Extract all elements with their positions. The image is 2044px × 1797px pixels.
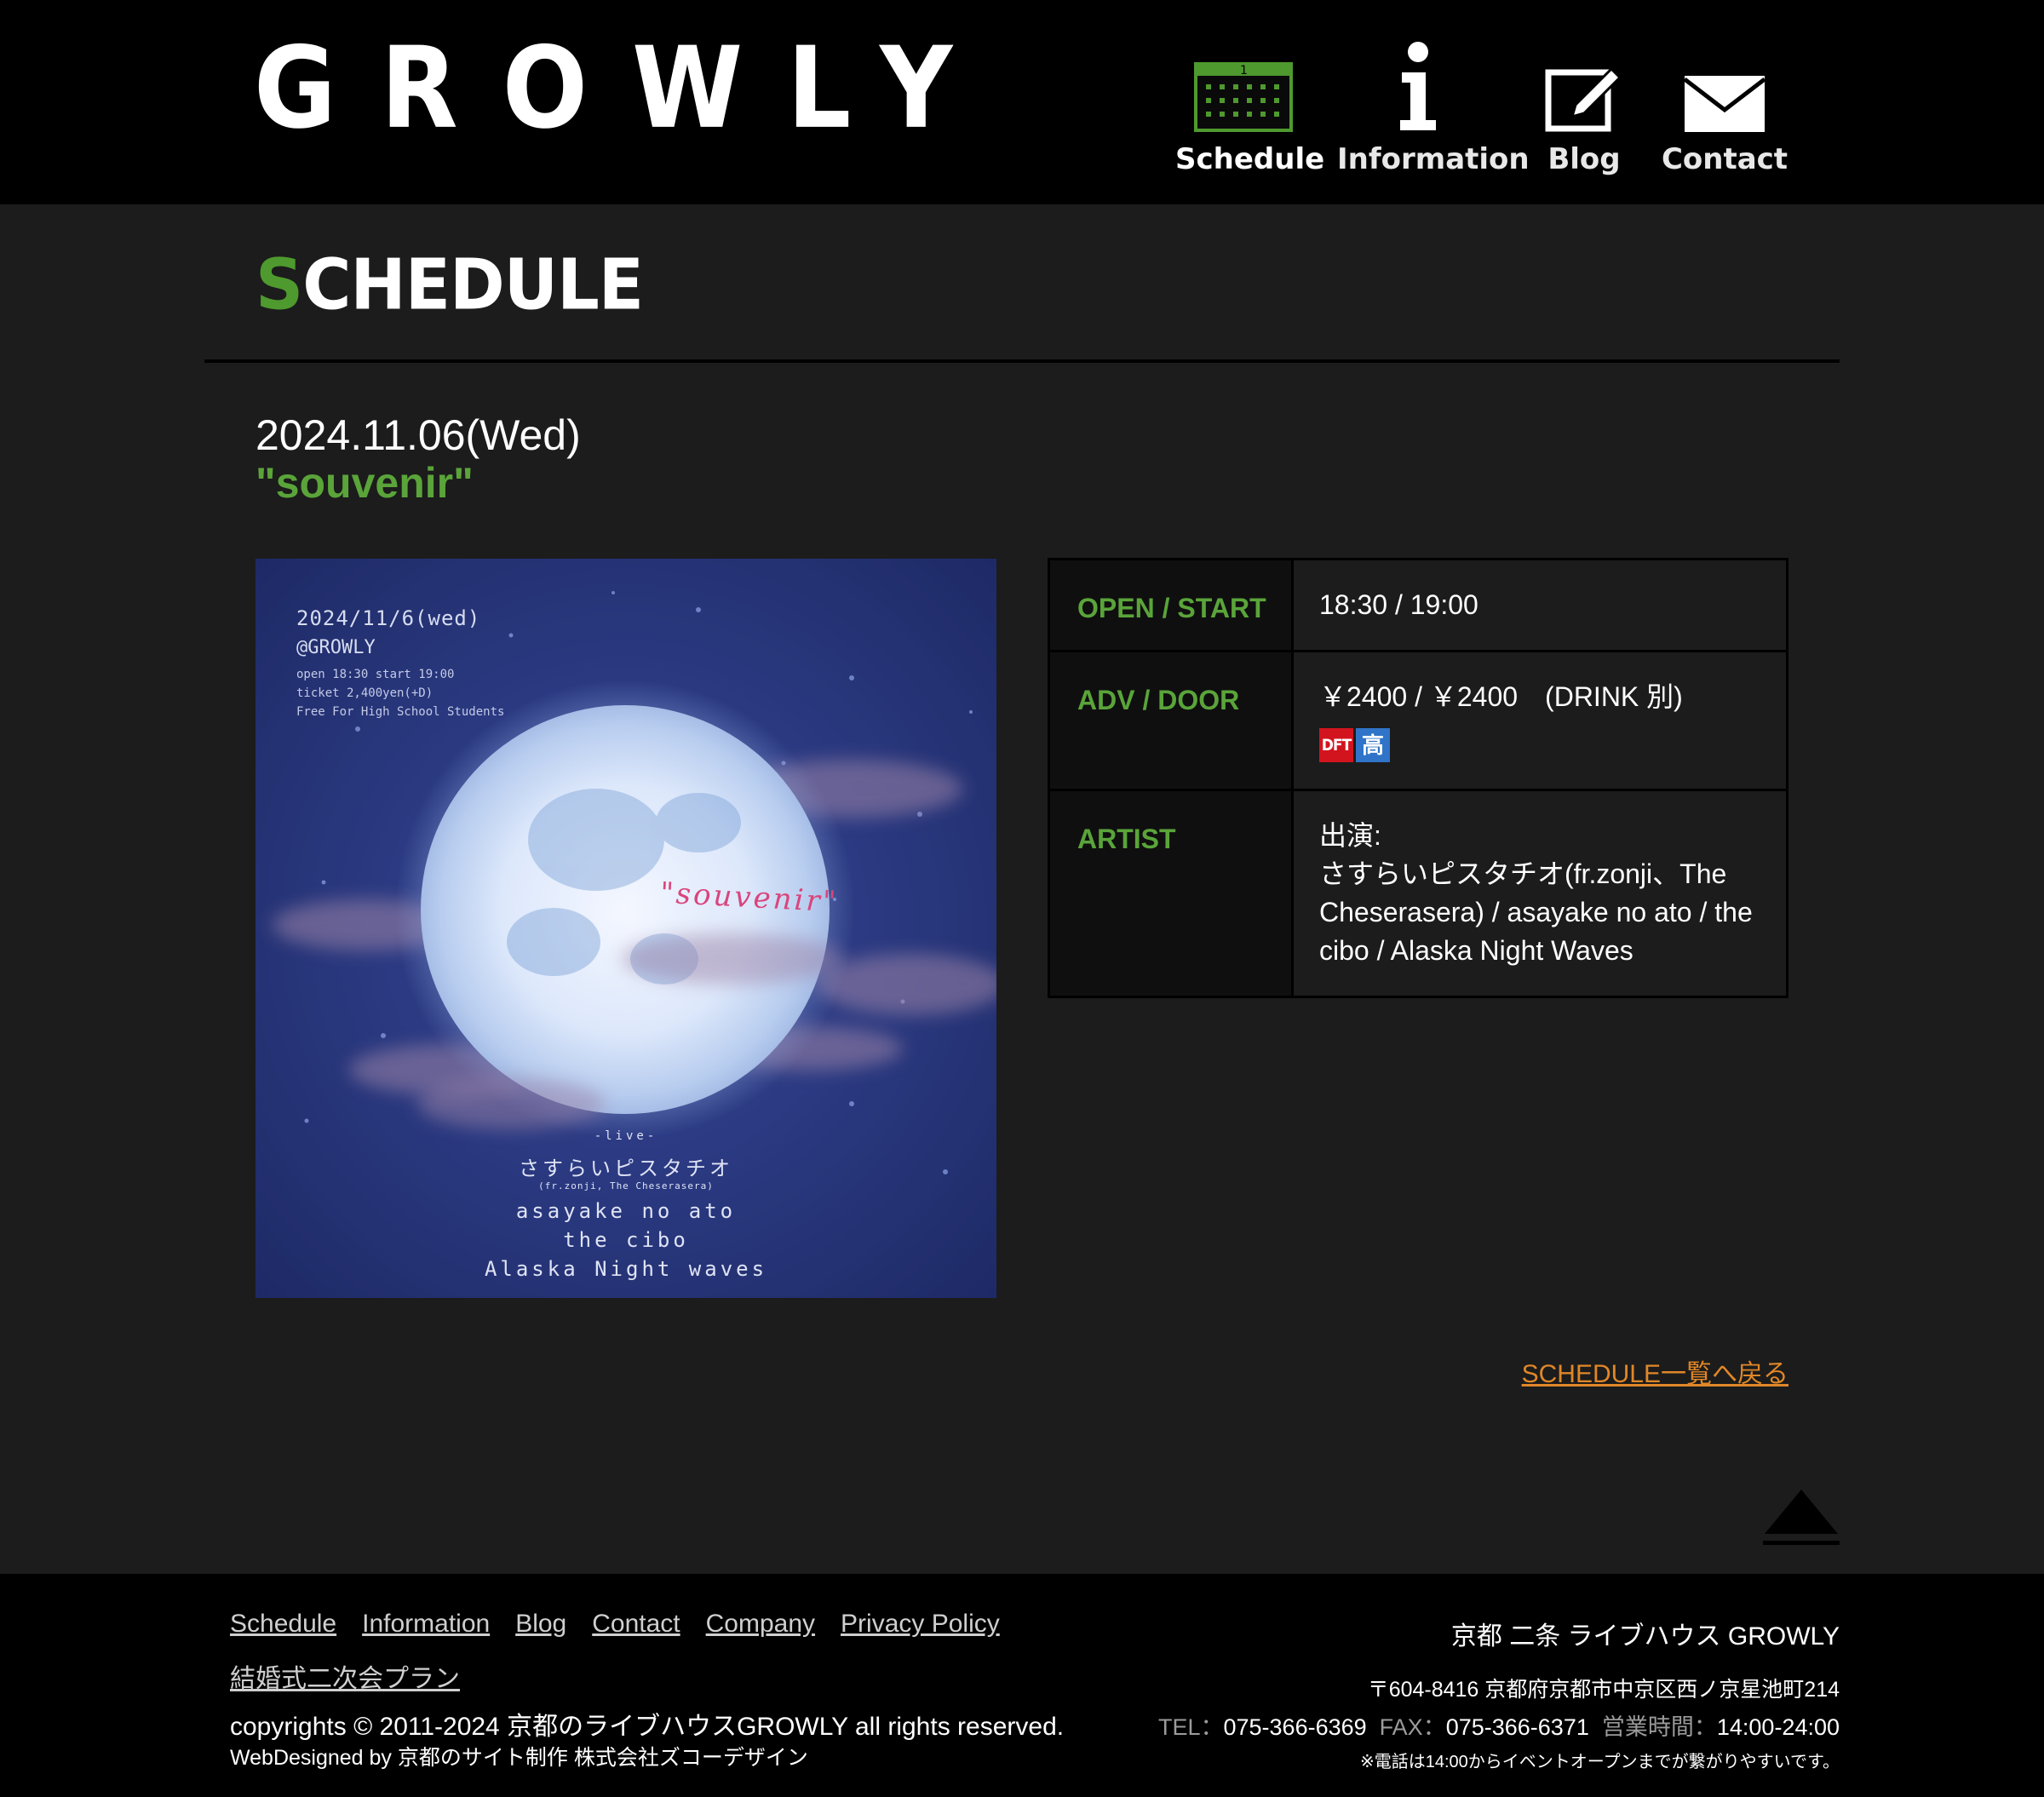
nav-information[interactable]: Information: [1337, 38, 1530, 183]
artist-label: ARTIST: [1048, 789, 1294, 998]
venue-contact: TEL：075-366-6369 FAX：075-366-6371 営業時間：1…: [1158, 1708, 1840, 1742]
section-title-initial: S: [256, 244, 303, 326]
flyer-act1-sub: (fr.zonji, The Cheserasera): [538, 1180, 714, 1191]
fax-label: FAX：: [1379, 1714, 1446, 1740]
adv-door-label: ADV / DOOR: [1048, 650, 1294, 791]
hours-label: 営業時間：: [1601, 1714, 1717, 1740]
nav-contact-label: Contact: [1661, 142, 1788, 176]
event-title: "souvenir": [256, 459, 474, 507]
drink-fee-badge: DFT: [1319, 728, 1353, 762]
site-logo[interactable]: GROWLY: [228, 24, 995, 152]
flyer-date: 2024/11/6(wed): [296, 606, 481, 630]
flyer-act2: asayake no ato: [515, 1199, 737, 1223]
tel-number: 075-366-6369: [1223, 1714, 1367, 1740]
web-design-credit: WebDesigned by 京都のサイト制作 株式会社ズコーデザイン: [230, 1746, 808, 1770]
artist-value: さすらいピスタチオ(fr.zonji、The Cheserasera) / as…: [1319, 858, 1753, 966]
nav-blog-label: Blog: [1547, 142, 1621, 176]
flyer-live: -live-: [594, 1129, 658, 1143]
svg-text:1: 1: [1240, 64, 1248, 78]
business-hours: 14:00-24:00: [1716, 1714, 1840, 1740]
phone-note: ※電話は14:00からイベントオープンまでが繋がりやすいです。: [1359, 1753, 1840, 1771]
info-icon: [1400, 42, 1436, 130]
footer-link-privacy[interactable]: Privacy Policy: [841, 1610, 1000, 1639]
back-to-schedule-link[interactable]: SCHEDULE一覧へ戻る: [1522, 1352, 1788, 1390]
table-row: OPEN / START 18:30 / 19:00: [1048, 558, 1788, 652]
flyer-students: Free For High School Students: [296, 705, 505, 719]
section-title: SCHEDULE: [256, 244, 644, 326]
event-info-table: OPEN / START 18:30 / 19:00 ADV / DOOR ￥2…: [1048, 558, 1788, 998]
venue-name: 京都 二条 ライブハウス GROWLY: [1450, 1622, 1840, 1651]
event-date: 2024.11.06(Wed): [256, 411, 581, 459]
flyer-times: open 18:30 start 19:00: [296, 668, 455, 681]
adv-door-value: ￥2400 / ￥2400 (DRINK 別): [1319, 681, 1683, 712]
calendar-icon: 1: [1194, 62, 1293, 132]
footer-link-contact[interactable]: Contact: [592, 1610, 680, 1639]
open-start-label: OPEN / START: [1048, 558, 1294, 652]
site-footer: Schedule Information Blog Contact Compan…: [0, 1574, 2044, 1797]
footer-link-blog[interactable]: Blog: [515, 1610, 566, 1639]
footer-link-company[interactable]: Company: [706, 1610, 815, 1639]
footer-nav: Schedule Information Blog Contact Compan…: [230, 1610, 1000, 1639]
flyer-venue: @GROWLY: [296, 637, 376, 658]
venue-address: 〒604-8416 京都府京都市中京区西ノ京星池町214: [1367, 1678, 1840, 1702]
site-header: GROWLY 1 Schedule Information Blog Conta…: [0, 0, 2044, 204]
open-start-value: 18:30 / 19:00: [1291, 558, 1788, 652]
flyer-act1: さすらいピスタチオ: [519, 1157, 733, 1180]
nav-schedule[interactable]: 1 Schedule: [1175, 38, 1325, 183]
section-title-rest: CHEDULE: [302, 244, 644, 326]
flyer-act4: Alaska Night waves: [484, 1257, 768, 1281]
nav-contact[interactable]: Contact: [1652, 38, 1797, 183]
flyer-ticket: ticket 2,400yen(+D): [296, 686, 433, 700]
high-school-badge: 高: [1356, 728, 1390, 762]
page-top-icon[interactable]: [1761, 1486, 1841, 1550]
copyright: copyrights © 2011-2024 京都のライブハウスGROWLY a…: [230, 1713, 1065, 1741]
table-row: ADV / DOOR ￥2400 / ￥2400 (DRINK 別) DFT 高: [1048, 650, 1788, 791]
nav-schedule-label: Schedule: [1175, 142, 1325, 176]
adv-door-cell: ￥2400 / ￥2400 (DRINK 別) DFT 高: [1291, 650, 1788, 791]
table-row: ARTIST 出演: さすらいピスタチオ(fr.zonji、The Cheser…: [1048, 789, 1788, 998]
nav-blog[interactable]: Blog: [1529, 38, 1639, 183]
footer-link-wedding[interactable]: 結婚式二次会プラン: [230, 1657, 460, 1695]
footer-link-information[interactable]: Information: [362, 1610, 490, 1639]
flyer-act3: the cibo: [563, 1228, 689, 1252]
tel-label: TEL：: [1157, 1714, 1224, 1740]
event-flyer: 2024/11/6(wed) @GROWLY open 18:30 start …: [256, 559, 996, 1298]
nav-information-label: Information: [1337, 142, 1530, 176]
logo-wordmark: GROWLY: [254, 21, 997, 154]
title-divider: [204, 359, 1840, 363]
mail-icon: [1685, 76, 1765, 132]
ticket-badges: DFT 高: [1319, 728, 1760, 762]
edit-icon: [1545, 66, 1622, 132]
fax-number: 075-366-6371: [1445, 1714, 1589, 1740]
footer-link-schedule[interactable]: Schedule: [230, 1610, 336, 1639]
artist-intro: 出演:: [1319, 820, 1381, 851]
artist-cell: 出演: さすらいピスタチオ(fr.zonji、The Cheserasera) …: [1291, 789, 1788, 998]
